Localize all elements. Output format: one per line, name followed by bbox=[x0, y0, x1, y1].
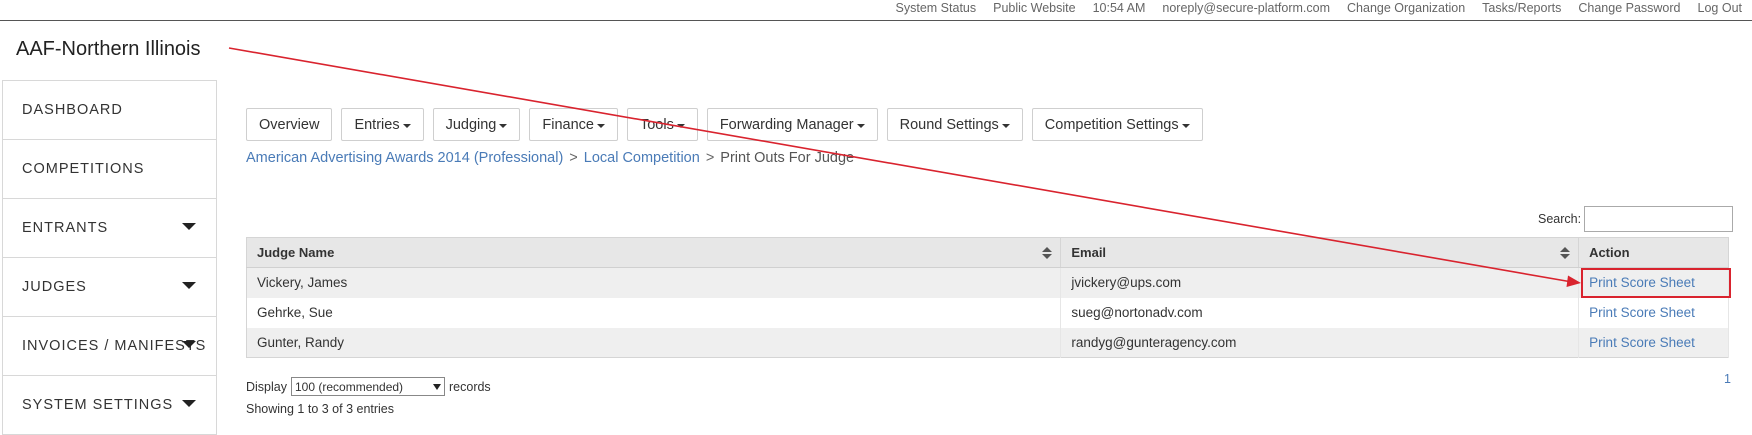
column-header-action: Action bbox=[1578, 237, 1729, 268]
display-suffix: records bbox=[449, 379, 491, 394]
dropdown-caret-icon bbox=[596, 123, 605, 128]
annotation-highlight-box bbox=[1581, 268, 1731, 298]
dropdown-caret-icon bbox=[1001, 123, 1010, 128]
tab-label: Overview bbox=[259, 116, 320, 133]
column-header-email[interactable]: Email bbox=[1060, 237, 1580, 268]
sidebar-item-judges[interactable]: JUDGES bbox=[3, 258, 216, 317]
tab-label: Finance bbox=[542, 116, 594, 133]
tab-entries[interactable]: Entries bbox=[341, 108, 424, 141]
tab-tools[interactable]: Tools bbox=[626, 108, 698, 141]
top-bar: System Status Public Website 10:54 AM no… bbox=[0, 0, 1752, 21]
caret-down-icon bbox=[182, 341, 196, 348]
judge-email-cell: randyg@gunteragency.com bbox=[1060, 327, 1580, 358]
tab-label: Tools bbox=[639, 116, 674, 133]
sidebar-item-label: JUDGES bbox=[22, 279, 87, 295]
dropdown-caret-icon bbox=[402, 123, 411, 128]
tab-finance[interactable]: Finance bbox=[529, 108, 618, 141]
sidebar-item-label: DASHBOARD bbox=[22, 102, 123, 118]
tab-overview[interactable]: Overview bbox=[246, 108, 333, 141]
sidebar-item-label: SYSTEM SETTINGS bbox=[22, 397, 174, 413]
public-website-link[interactable]: Public Website bbox=[993, 1, 1075, 15]
dropdown-caret-icon bbox=[856, 123, 865, 128]
select-arrow-icon bbox=[433, 383, 441, 390]
breadcrumb-current: Print Outs For Judge bbox=[720, 150, 855, 166]
user-email[interactable]: noreply@secure-platform.com bbox=[1162, 1, 1330, 15]
judge-email-cell: jvickery@ups.com bbox=[1060, 267, 1580, 298]
print-score-sheet-link[interactable]: Print Score Sheet bbox=[1578, 327, 1729, 358]
organization-title: AAF-Northern Illinois bbox=[16, 38, 201, 60]
tab-round-settings[interactable]: Round Settings bbox=[886, 108, 1023, 141]
current-time: 10:54 AM bbox=[1092, 1, 1146, 15]
column-header-label: Email bbox=[1071, 245, 1107, 260]
judge-email-cell: sueg@nortonadv.com bbox=[1060, 297, 1580, 328]
sidebar: DASHBOARD COMPETITIONS ENTRANTS JUDGES I… bbox=[2, 80, 217, 435]
caret-down-icon bbox=[182, 400, 196, 407]
sidebar-item-label: INVOICES / MANIFESTS bbox=[22, 338, 207, 354]
annotation-arrow-icon bbox=[228, 47, 1581, 287]
dropdown-caret-icon bbox=[499, 123, 508, 128]
tab-label: Competition Settings bbox=[1044, 116, 1179, 133]
pagination-page-1[interactable]: 1 bbox=[1724, 372, 1731, 386]
display-prefix: Display bbox=[246, 379, 287, 394]
search-label: Search: bbox=[1538, 212, 1582, 226]
sidebar-item-system-settings[interactable]: SYSTEM SETTINGS bbox=[3, 376, 216, 435]
tab-label: Forwarding Manager bbox=[719, 116, 854, 133]
sort-icon bbox=[1560, 247, 1571, 259]
sidebar-item-dashboard[interactable]: DASHBOARD bbox=[3, 81, 216, 140]
judge-name-cell: Gehrke, Sue bbox=[246, 297, 1062, 328]
dropdown-caret-icon bbox=[676, 123, 685, 128]
sort-icon bbox=[1042, 247, 1053, 259]
table-search: Search: bbox=[1538, 206, 1734, 232]
breadcrumb: American Advertising Awards 2014 (Profes… bbox=[246, 150, 854, 166]
breadcrumb-competition-link[interactable]: American Advertising Awards 2014 (Profes… bbox=[246, 150, 563, 166]
log-out-link[interactable]: Log Out bbox=[1698, 1, 1742, 15]
sidebar-item-label: ENTRANTS bbox=[22, 220, 109, 236]
judge-name-cell: Gunter, Randy bbox=[246, 327, 1062, 358]
records-per-page: Display 100 (recommended) records bbox=[246, 377, 491, 396]
judges-table: Judge Name Email Action Vickery, James j… bbox=[246, 237, 1729, 358]
caret-down-icon bbox=[182, 282, 196, 289]
showing-entries-info: Showing 1 to 3 of 3 entries bbox=[246, 402, 395, 416]
print-score-sheet-link[interactable]: Print Score Sheet bbox=[1578, 297, 1729, 328]
breadcrumb-separator: > bbox=[705, 150, 715, 166]
tab-label: Round Settings bbox=[899, 116, 999, 133]
caret-down-icon bbox=[182, 223, 196, 230]
tab-judging[interactable]: Judging bbox=[432, 108, 521, 141]
table-row: Gunter, Randy randyg@gunteragency.com Pr… bbox=[246, 327, 1729, 358]
sidebar-item-label: COMPETITIONS bbox=[22, 161, 145, 177]
records-per-page-select[interactable]: 100 (recommended) bbox=[291, 377, 445, 396]
competition-tabs: Overview Entries Judging Finance Tools F… bbox=[246, 108, 1212, 141]
breadcrumb-separator: > bbox=[569, 150, 578, 166]
records-per-page-value: 100 (recommended) bbox=[295, 379, 404, 394]
judge-name-cell: Vickery, James bbox=[246, 267, 1062, 298]
tasks-reports-link[interactable]: Tasks/Reports bbox=[1482, 1, 1561, 15]
sidebar-item-entrants[interactable]: ENTRANTS bbox=[3, 199, 216, 258]
column-header-label: Judge Name bbox=[257, 245, 335, 260]
table-row: Vickery, James jvickery@ups.com Print Sc… bbox=[246, 267, 1729, 298]
sidebar-item-invoices-manifests[interactable]: INVOICES / MANIFESTS bbox=[3, 317, 216, 376]
change-organization-link[interactable]: Change Organization bbox=[1347, 1, 1465, 15]
dropdown-caret-icon bbox=[1181, 123, 1190, 128]
system-status-link[interactable]: System Status bbox=[896, 1, 977, 15]
column-header-label: Action bbox=[1589, 245, 1630, 260]
table-row: Gehrke, Sue sueg@nortonadv.com Print Sco… bbox=[246, 297, 1729, 328]
tab-label: Judging bbox=[445, 116, 497, 133]
search-input[interactable] bbox=[1584, 206, 1734, 232]
tab-competition-settings[interactable]: Competition Settings bbox=[1031, 108, 1203, 141]
column-header-judge-name[interactable]: Judge Name bbox=[246, 237, 1062, 268]
breadcrumb-round-link[interactable]: Local Competition bbox=[584, 150, 700, 166]
sidebar-item-competitions[interactable]: COMPETITIONS bbox=[3, 140, 216, 199]
tab-forwarding-manager[interactable]: Forwarding Manager bbox=[706, 108, 878, 141]
tab-label: Entries bbox=[354, 116, 400, 133]
change-password-link[interactable]: Change Password bbox=[1578, 1, 1680, 15]
